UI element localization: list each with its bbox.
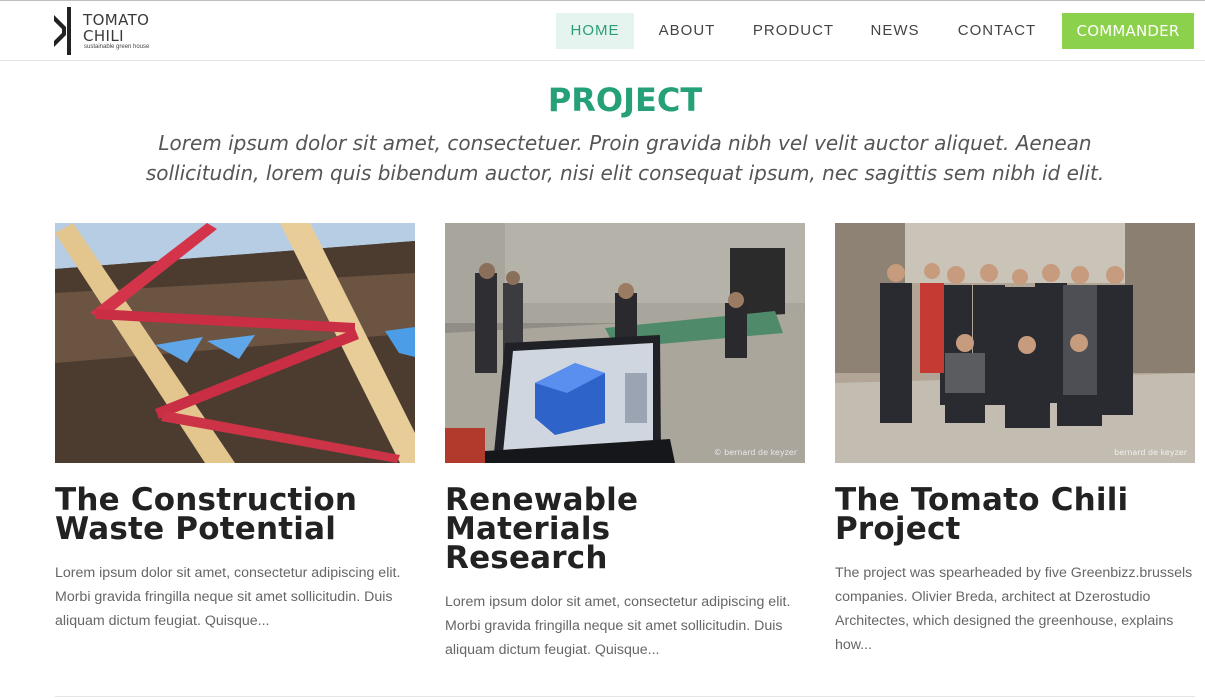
tablet-greenhouse-photo[interactable]: © bernard de keyzer [445, 223, 805, 463]
card-title-line2[interactable]: Research [445, 540, 608, 576]
photo-watermark: bernard de keyzer [1114, 448, 1188, 457]
project-card: The Construction Waste Potential Lorem i… [55, 223, 415, 633]
order-button[interactable]: COMMANDER [1062, 13, 1194, 49]
card-title-line2[interactable]: Project [835, 511, 961, 547]
nav-home[interactable]: HOME [556, 13, 634, 49]
brand-logo[interactable]: TOMATO CHILI sustainable green house [54, 7, 164, 57]
nav-news[interactable]: NEWS [862, 13, 928, 49]
project-card: bernard de keyzer The Tomato Chili Proje… [835, 223, 1195, 657]
card-title[interactable]: The Construction Waste Potential [55, 485, 415, 547]
card-excerpt: The project was spearheaded by five Gree… [835, 565, 1193, 653]
nav-product[interactable]: PRODUCT [746, 13, 841, 49]
card-excerpt: Lorem ipsum dolor sit amet, consectetur … [55, 565, 401, 629]
card-excerpt: Lorem ipsum dolor sit amet, consectetur … [445, 594, 791, 658]
section-divider [55, 696, 1195, 697]
card-title-line1[interactable]: Renewable Materials [445, 482, 638, 547]
card-title-line2[interactable]: Waste Potential [55, 511, 336, 547]
section-title: PROJECT [547, 81, 703, 119]
site-header: TOMATO CHILI sustainable green house HOM… [0, 1, 1205, 61]
brand-name-line2: CHILI [83, 27, 124, 45]
card-title[interactable]: The Tomato Chili Project [835, 485, 1195, 547]
photo-watermark: © bernard de keyzer [714, 448, 798, 457]
brand-name-line1: TOMATO [83, 11, 150, 29]
wooden-truss-photo[interactable] [55, 223, 415, 463]
brand-tagline: sustainable green house [84, 44, 150, 50]
brand-name: TOMATO CHILI [83, 12, 149, 44]
nav-about[interactable]: ABOUT [650, 13, 724, 49]
project-card: © bernard de keyzer Renewable Materials … [445, 223, 805, 662]
section-subtitle: Lorem ipsum dolor sit amet, consectetuer… [145, 131, 1105, 185]
card-title[interactable]: Renewable Materials Research [445, 485, 805, 576]
logo-k-icon [54, 7, 71, 55]
nav-contact[interactable]: CONTACT [948, 13, 1046, 49]
team-group-photo[interactable]: bernard de keyzer [835, 223, 1195, 463]
